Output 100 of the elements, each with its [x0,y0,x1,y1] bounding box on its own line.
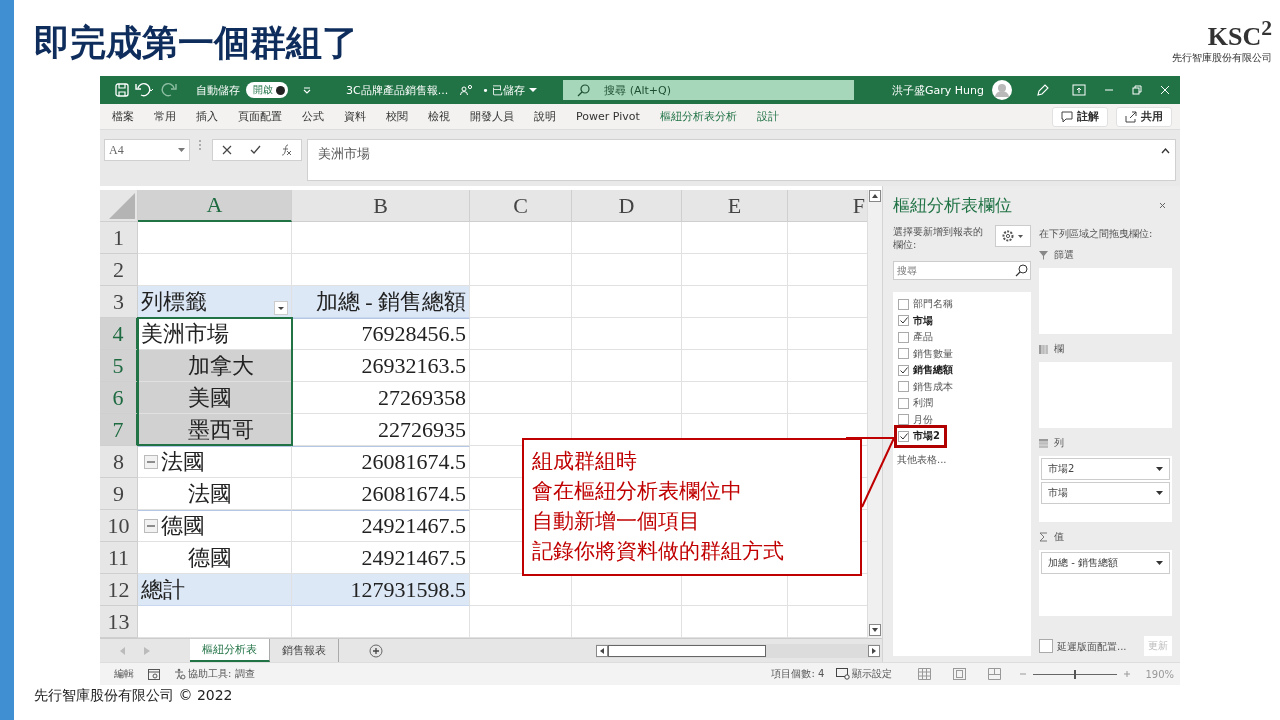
scroll-down-icon[interactable] [869,624,881,636]
ribbon-tab[interactable]: 頁面配置 [228,109,292,124]
table-cell[interactable] [572,254,682,286]
scroll-thumb[interactable] [608,644,766,657]
value-cell[interactable]: 27269358 [292,382,470,414]
display-settings[interactable]: 顯示設定 [852,667,893,681]
table-cell[interactable] [682,222,788,254]
normal-view-icon[interactable] [918,668,932,680]
ribbon-tab[interactable]: 檢視 [418,109,460,124]
table-cell[interactable] [470,222,572,254]
customize-caret-icon[interactable] [302,85,312,95]
column-header[interactable]: A [138,190,292,222]
field-item[interactable]: 銷售總額 [897,362,957,379]
table-cell[interactable] [572,222,682,254]
more-tables-link[interactable]: 其他表格... [897,452,947,467]
field-item[interactable]: 利潤 [897,395,937,412]
ribbon-tab[interactable]: 資料 [334,109,376,124]
name-box[interactable]: A4 [104,139,190,161]
add-sheet-icon[interactable] [369,643,383,658]
row-header[interactable]: 6 [100,382,138,414]
collapse-button[interactable] [144,455,158,469]
value-cell[interactable]: 26081674.5 [292,478,470,510]
checkbox[interactable] [898,414,909,426]
scroll-left-icon[interactable] [596,644,608,657]
checkbox[interactable] [898,315,909,327]
autosave-toggle[interactable]: 開啟 [246,82,288,98]
table-cell[interactable]: 德國 [138,510,292,542]
ribbon-tab[interactable]: 說明 [524,109,566,124]
row-header[interactable]: 12 [100,574,138,606]
table-cell[interactable] [572,286,682,318]
table-cell[interactable] [682,318,788,350]
search-field[interactable]: 搜尋 (Alt+Q) [563,80,855,100]
scroll-right-icon[interactable] [868,644,880,657]
area-field[interactable]: 加總 - 銷售總額 [1041,552,1170,574]
field-item[interactable]: 銷售成本 [897,378,957,395]
checkbox[interactable] [898,381,909,393]
undo-icon[interactable] [134,82,156,98]
ribbon-tab[interactable]: 樞紐分析表分析 [649,109,747,124]
close-icon[interactable] [1159,202,1166,209]
highlighted-field[interactable]: 市場2 [897,428,944,445]
macro-icon[interactable] [148,668,160,680]
ribbon-tab[interactable]: Power Pivot [566,110,650,123]
row-header[interactable]: 13 [100,606,138,638]
scroll-up-icon[interactable] [869,190,881,202]
column-header[interactable]: D [572,190,682,222]
row-header[interactable]: 7 [100,414,138,446]
save-icon[interactable] [114,82,130,98]
checkbox[interactable] [898,298,909,310]
table-cell[interactable] [572,318,682,350]
formula-field[interactable]: 美洲市場 [307,139,1176,181]
checkbox[interactable] [898,348,909,360]
pen-icon[interactable] [1036,83,1050,97]
area-field[interactable]: 市場2 [1041,458,1170,480]
field-item[interactable]: 銷售數量 [897,345,957,362]
table-cell[interactable]: 法國 [138,478,292,510]
table-cell[interactable]: 法國 [138,446,292,478]
comments-button[interactable]: 註解 [1052,106,1108,127]
avatar[interactable] [992,80,1012,100]
column-header[interactable]: B [292,190,470,222]
table-cell[interactable] [572,382,682,414]
table-cell[interactable]: 美國 [138,382,292,414]
user-name[interactable]: 洪子盛Gary Hung [892,82,984,98]
zoom-in-icon[interactable] [1123,670,1132,678]
value-cell[interactable]: 127931598.5 [292,574,470,606]
row-header[interactable]: 8 [100,446,138,478]
cancel-icon[interactable] [222,145,233,155]
page-break-icon[interactable] [988,668,1002,680]
field-item[interactable]: 市場 [897,312,937,329]
table-cell[interactable]: 墨西哥 [138,414,292,446]
field-item[interactable]: 產品 [897,329,937,346]
table-cell[interactable] [470,286,572,318]
field-item[interactable]: 月份 [897,411,937,428]
tools-dropdown[interactable] [995,225,1031,247]
table-cell[interactable] [682,350,788,382]
accessibility-icon[interactable] [174,668,186,680]
caret-icon[interactable] [529,87,538,93]
filter-dropdown-icon[interactable] [274,300,288,315]
value-cell[interactable]: 76928456.5 [292,318,470,350]
table-cell[interactable]: 總計 [138,574,292,606]
accessibility-status[interactable]: 協助工具: 調查 [188,667,255,681]
restore-icon[interactable] [1132,85,1142,95]
ribbon-tab[interactable]: 常用 [144,109,186,124]
previous-sheet-icon[interactable] [120,646,126,655]
checkbox[interactable] [898,364,909,376]
page-layout-icon[interactable] [953,668,967,680]
table-cell[interactable] [572,350,682,382]
ribbon-tab[interactable]: 校閱 [376,109,418,124]
row-header[interactable]: 11 [100,542,138,574]
people-icon[interactable] [460,84,475,96]
checkbox[interactable] [898,331,909,343]
function-icon[interactable] [279,144,292,156]
table-cell[interactable] [292,222,470,254]
column-header[interactable]: C [470,190,572,222]
ribbon-tab[interactable]: 檔案 [102,109,144,124]
sheet-tab[interactable]: 樞紐分析表 [190,639,270,662]
table-cell[interactable] [682,286,788,318]
table-cell[interactable] [470,350,572,382]
table-cell[interactable]: 加拿大 [138,350,292,382]
checkbox[interactable] [898,397,909,409]
present-icon[interactable] [1072,84,1086,96]
